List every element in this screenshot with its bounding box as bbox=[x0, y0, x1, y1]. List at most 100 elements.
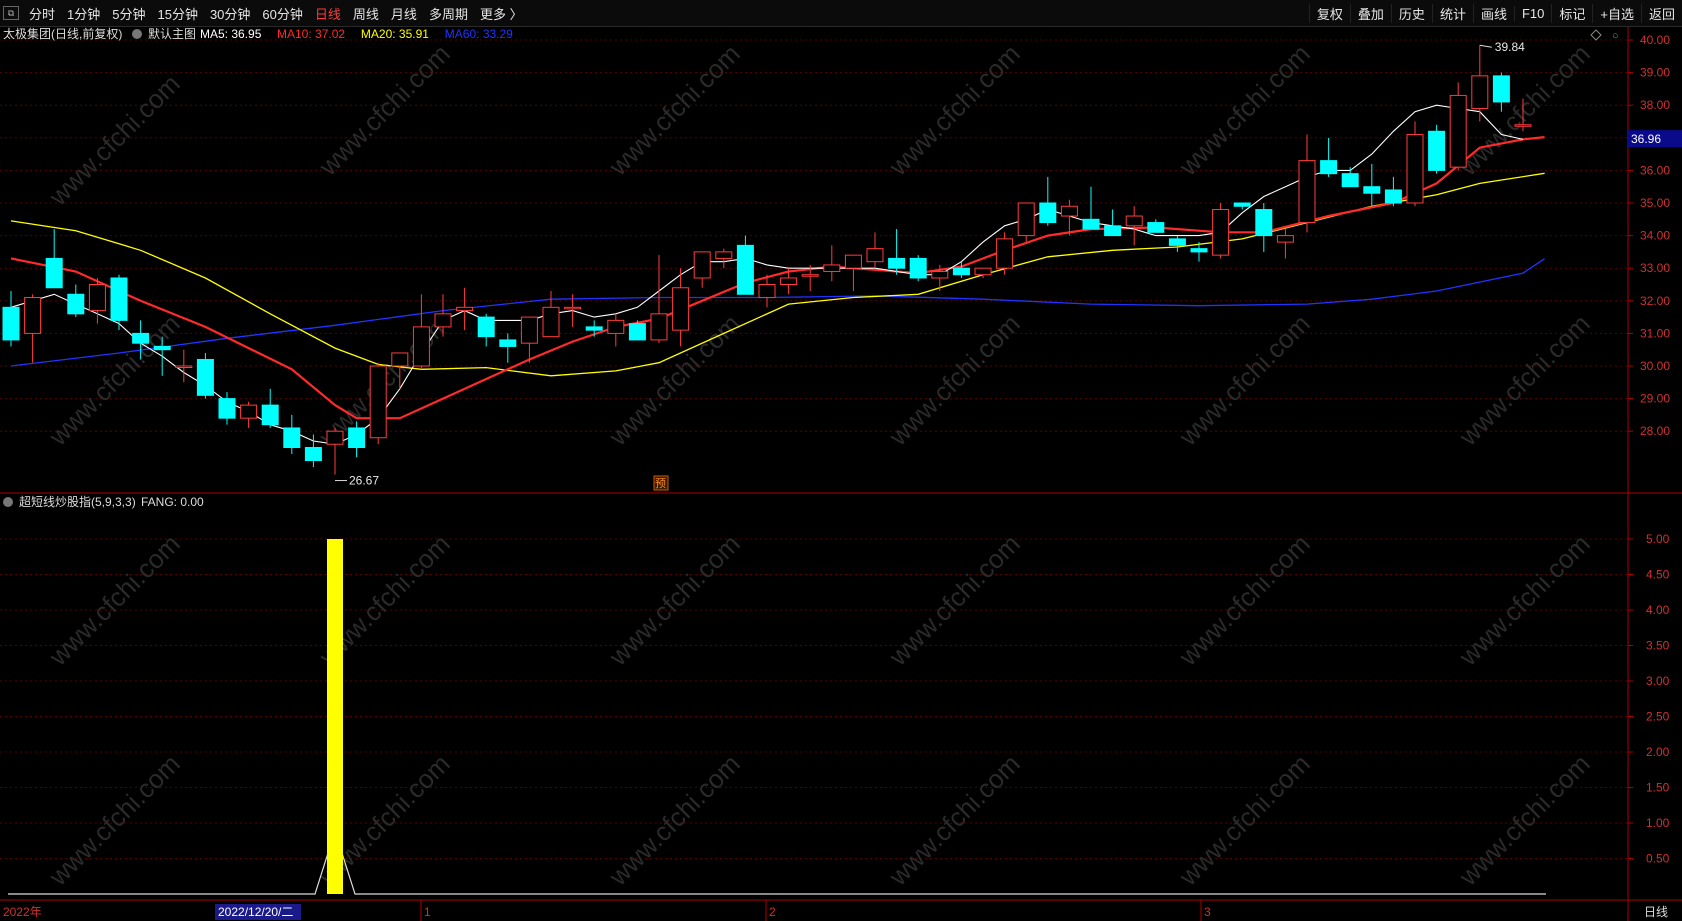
watermark-text: www.cfchi.com bbox=[1452, 38, 1595, 181]
x-axis-month-label: 2 bbox=[769, 905, 776, 919]
candle-body bbox=[240, 404, 258, 419]
candle-body bbox=[67, 293, 85, 315]
candle[interactable] bbox=[326, 427, 344, 475]
period-tab-2[interactable]: 5分钟 bbox=[106, 4, 151, 23]
candle[interactable] bbox=[1125, 206, 1143, 246]
period-tab-8[interactable]: 月线 bbox=[385, 4, 423, 23]
candle[interactable] bbox=[1212, 203, 1230, 259]
period-toolbar: ⧉ 分时 1分钟 5分钟 15分钟 30分钟 60分钟 日线 周线 月线 多周期 更多 〉 复权 叠加… bbox=[0, 0, 1682, 27]
candle[interactable] bbox=[866, 232, 884, 269]
period-tab-5[interactable]: 60分钟 bbox=[256, 4, 308, 23]
candle[interactable] bbox=[499, 333, 517, 363]
sub-y-tick-label: 3.00 bbox=[1646, 674, 1670, 688]
period-tab-10[interactable]: 更多 〉 bbox=[474, 4, 529, 23]
candle[interactable] bbox=[736, 235, 754, 295]
candle[interactable] bbox=[1082, 186, 1100, 230]
toolbar-button-7[interactable]: +自选 bbox=[1592, 3, 1641, 23]
candle[interactable] bbox=[1471, 45, 1489, 122]
candle[interactable] bbox=[283, 414, 301, 455]
toolbar-button-4[interactable]: 画线 bbox=[1472, 3, 1514, 23]
candle[interactable] bbox=[240, 401, 258, 428]
candle[interactable] bbox=[1298, 134, 1316, 233]
candle-body bbox=[153, 345, 171, 351]
watermark-text: www.cfchi.com bbox=[1172, 308, 1315, 451]
candle[interactable] bbox=[542, 291, 560, 338]
candle[interactable] bbox=[909, 255, 927, 282]
period-tab-7[interactable]: 周线 bbox=[347, 4, 385, 23]
candle[interactable] bbox=[45, 229, 63, 289]
toolbar-button-6[interactable]: 标记 bbox=[1551, 3, 1592, 23]
high-marker-arrow bbox=[1479, 44, 1492, 48]
watermark-text: www.cfchi.com bbox=[42, 528, 185, 671]
fang-signal-bar[interactable] bbox=[327, 539, 343, 894]
candle[interactable] bbox=[628, 320, 646, 341]
candle-body bbox=[628, 323, 646, 341]
candle[interactable] bbox=[823, 245, 841, 282]
candle[interactable] bbox=[67, 284, 85, 318]
candle[interactable] bbox=[585, 320, 603, 337]
candle[interactable] bbox=[412, 294, 430, 370]
candle[interactable] bbox=[1449, 82, 1467, 171]
period-tab-1[interactable]: 1分钟 bbox=[61, 4, 106, 23]
candle[interactable] bbox=[196, 352, 214, 399]
window-restore-icon[interactable]: ⧉ bbox=[3, 6, 19, 20]
candle[interactable] bbox=[218, 392, 236, 425]
candle[interactable] bbox=[110, 274, 128, 331]
candle[interactable] bbox=[1104, 209, 1122, 237]
candle[interactable] bbox=[1147, 219, 1165, 233]
sub-y-tick-label: 2.50 bbox=[1646, 710, 1670, 724]
toolbar-button-3[interactable]: 统计 bbox=[1431, 3, 1473, 23]
candle[interactable] bbox=[715, 248, 733, 269]
template-dropdown-icon[interactable] bbox=[132, 29, 142, 39]
period-tab-9[interactable]: 多周期 bbox=[423, 4, 474, 23]
period-tab-4[interactable]: 30分钟 bbox=[204, 4, 256, 23]
candle[interactable] bbox=[369, 362, 387, 445]
candle-body bbox=[45, 257, 63, 289]
toolbar-button-0[interactable]: 复权 bbox=[1308, 3, 1350, 23]
x-axis-month-label: 1 bbox=[424, 905, 431, 919]
candle-body bbox=[1341, 173, 1359, 188]
candle[interactable] bbox=[175, 349, 193, 383]
candle[interactable] bbox=[1039, 176, 1057, 226]
candle[interactable] bbox=[1168, 235, 1186, 252]
watermark-text: www.cfchi.com bbox=[882, 748, 1025, 891]
candle[interactable] bbox=[996, 232, 1014, 275]
candle[interactable] bbox=[1276, 229, 1294, 259]
period-tab-0[interactable]: 分时 bbox=[23, 4, 61, 23]
candle-body bbox=[434, 313, 452, 328]
candle[interactable] bbox=[456, 287, 474, 331]
candle-body bbox=[1212, 209, 1230, 256]
main-y-tick-label: 33.00 bbox=[1640, 261, 1670, 275]
candle[interactable] bbox=[844, 254, 862, 292]
watermark-text: www.cfchi.com bbox=[602, 528, 745, 671]
indicator-dropdown-icon[interactable] bbox=[3, 497, 13, 507]
toolbar-button-1[interactable]: 叠加 bbox=[1349, 3, 1391, 23]
candle[interactable] bbox=[1384, 176, 1402, 207]
diamond-icon[interactable] bbox=[1590, 29, 1602, 41]
candle[interactable] bbox=[1406, 121, 1424, 207]
candle[interactable] bbox=[2, 291, 20, 347]
stock-chart-canvas[interactable]: 40.0039.0038.0037.0036.0035.0034.0033.00… bbox=[0, 27, 1682, 921]
candle[interactable] bbox=[1017, 202, 1035, 243]
candle[interactable] bbox=[672, 268, 690, 347]
period-tab-3[interactable]: 15分钟 bbox=[151, 4, 203, 23]
toolbar-button-8[interactable]: 返回 bbox=[1640, 3, 1682, 23]
candle[interactable] bbox=[304, 434, 322, 468]
toolbar-button-2[interactable]: 历史 bbox=[1390, 3, 1432, 23]
candle[interactable] bbox=[477, 313, 495, 347]
toolbar-button-5[interactable]: F10 bbox=[1513, 5, 1551, 21]
candle[interactable] bbox=[261, 388, 279, 428]
candle[interactable] bbox=[1255, 203, 1273, 252]
candle[interactable] bbox=[607, 313, 625, 347]
candle[interactable] bbox=[650, 255, 668, 344]
candle[interactable] bbox=[1320, 137, 1338, 177]
candle[interactable] bbox=[1428, 124, 1446, 174]
candle[interactable] bbox=[693, 251, 711, 288]
watermark-text: www.cfchi.com bbox=[42, 748, 185, 891]
candle[interactable] bbox=[520, 316, 538, 363]
sub-y-tick-label: 4.00 bbox=[1646, 603, 1670, 617]
candle-body bbox=[477, 316, 495, 338]
period-tab-6[interactable]: 日线 bbox=[309, 4, 347, 23]
candle[interactable] bbox=[24, 294, 42, 363]
candle-body bbox=[693, 251, 711, 279]
